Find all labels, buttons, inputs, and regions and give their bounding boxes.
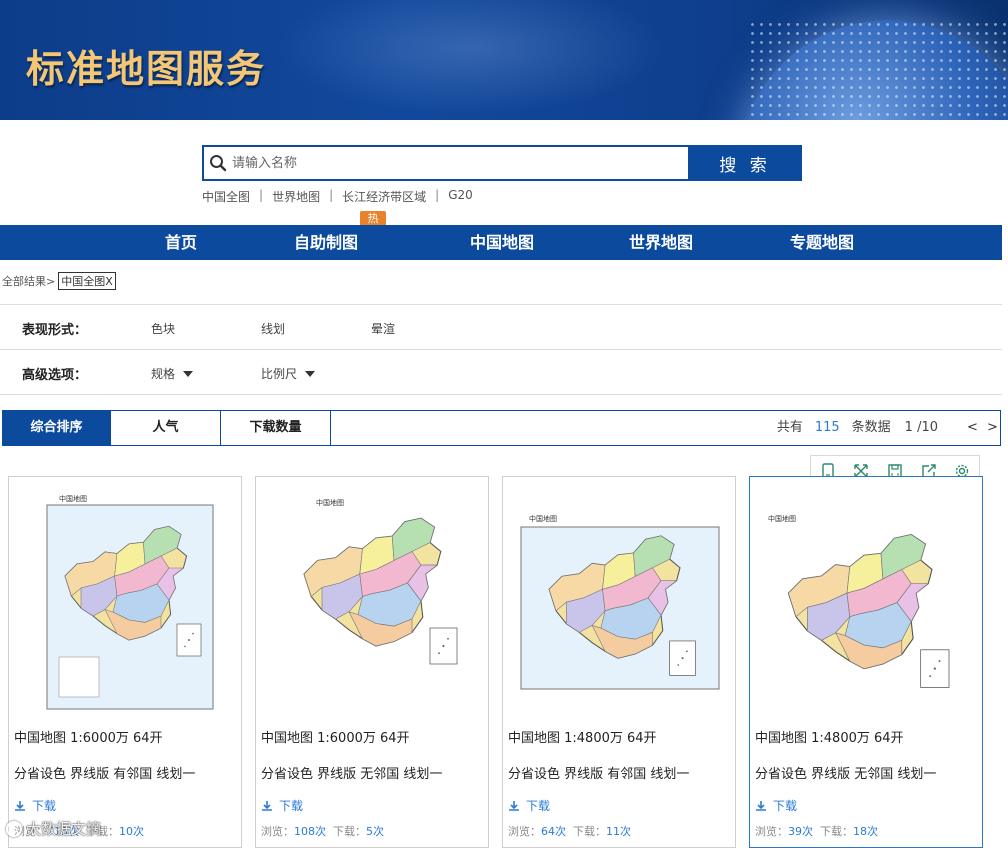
result-count: 共有 115 条数据 1 /10 bbox=[777, 411, 938, 445]
nav-item-thematic-map[interactable]: 专题地图 bbox=[790, 225, 854, 260]
watermark: 大数据文摘 bbox=[6, 818, 101, 839]
map-card[interactable]: 中国地图 中国地图 1:6000万 64开 分省设色 界线版 有邻国 线划一 下… bbox=[8, 476, 242, 848]
card-title[interactable]: 中国地图 1:4800万 64开 bbox=[755, 727, 904, 746]
nav-item-china-map[interactable]: 中国地图 bbox=[470, 225, 534, 260]
nav-item-world-map[interactable]: 世界地图 bbox=[629, 225, 693, 260]
breadcrumb-root[interactable]: 全部结果> bbox=[2, 273, 55, 289]
card-stats: 浏览：39次 下载：18次 bbox=[755, 825, 878, 838]
quick-link-world[interactable]: 世界地图 bbox=[272, 188, 320, 205]
map-caption: 中国地图 bbox=[59, 494, 87, 503]
map-thumbnail[interactable]: 中国地图 bbox=[513, 487, 725, 719]
card-description: 分省设色 界线版 无邻国 线划一 bbox=[755, 767, 937, 782]
card-stats: 浏览：108次 下载：5次 bbox=[261, 825, 384, 838]
filter-row-advanced: 高级选项： 规格 比例尺 bbox=[0, 349, 1002, 395]
quick-link-g20[interactable]: G20 bbox=[448, 188, 473, 205]
quick-links: 中国全图 | 世界地图 | 长江经济带区域 | G20 bbox=[202, 188, 473, 205]
filter-label-style: 表现形式： bbox=[22, 323, 88, 338]
next-page-button[interactable]: > bbox=[987, 411, 998, 445]
nav-item-home[interactable]: 首页 bbox=[165, 225, 197, 260]
nav-item-custom-map[interactable]: 自助制图 bbox=[294, 225, 358, 260]
map-card[interactable]: 中国地图 中国地图 1:4800万 64开 分省设色 界线版 有邻国 线划一 下… bbox=[502, 476, 736, 848]
search-field[interactable] bbox=[202, 145, 688, 181]
watermark-logo-icon bbox=[6, 820, 22, 837]
spec-dropdown-label: 规格 bbox=[151, 367, 176, 381]
card-description: 分省设色 界线版 有邻国 线划一 bbox=[508, 767, 690, 782]
card-description: 分省设色 界线版 无邻国 线划一 bbox=[261, 767, 443, 782]
map-card[interactable]: 中国地图 中国地图 1:6000万 64开 分省设色 界线版 无邻国 线划一 下… bbox=[255, 476, 489, 848]
caret-down-icon bbox=[305, 370, 316, 377]
download-link[interactable]: 下载 bbox=[14, 797, 56, 814]
filter-option-line[interactable]: 线划 bbox=[261, 320, 285, 337]
download-icon bbox=[756, 800, 766, 811]
tab-downloads[interactable]: 下载数量 bbox=[221, 411, 331, 445]
download-link[interactable]: 下载 bbox=[508, 797, 550, 814]
card-stats: 浏览：64次 下载：11次 bbox=[508, 825, 631, 838]
map-thumbnail[interactable]: 中国地图 bbox=[266, 487, 478, 719]
map-caption: 中国地图 bbox=[768, 514, 796, 523]
download-icon bbox=[15, 800, 25, 811]
search-icon bbox=[204, 147, 232, 179]
filter-option-shade[interactable]: 晕渲 bbox=[371, 320, 395, 337]
caret-down-icon bbox=[183, 370, 194, 377]
card-title[interactable]: 中国地图 1:6000万 64开 bbox=[261, 727, 410, 746]
filter-tag-china[interactable]: 中国全图X bbox=[58, 272, 116, 290]
card-title[interactable]: 中国地图 1:6000万 64开 bbox=[14, 727, 163, 746]
search-input[interactable] bbox=[232, 148, 688, 178]
quick-link-china[interactable]: 中国全图 bbox=[202, 188, 250, 205]
map-caption: 中国地图 bbox=[316, 498, 344, 507]
breadcrumb: 全部结果> 中国全图X bbox=[2, 272, 116, 290]
filter-label-advanced: 高级选项： bbox=[22, 368, 88, 383]
world-map-decoration bbox=[260, 0, 680, 120]
page-indicator: 1 /10 bbox=[904, 420, 938, 435]
download-icon bbox=[262, 800, 272, 811]
quick-link-yangtze[interactable]: 长江经济带区域 bbox=[342, 188, 426, 205]
card-title[interactable]: 中国地图 1:4800万 64开 bbox=[508, 727, 657, 746]
filter-row-style: 表现形式： 色块 线划 晕渲 bbox=[0, 304, 1002, 350]
card-description: 分省设色 界线版 有邻国 线划一 bbox=[14, 767, 196, 782]
map-thumbnail[interactable]: 中国地图 bbox=[19, 487, 231, 719]
header-banner: 标准地图服务 bbox=[0, 0, 1008, 120]
scale-dropdown-label: 比例尺 bbox=[261, 367, 298, 381]
total-count: 115 bbox=[814, 420, 840, 435]
prev-page-button[interactable]: < bbox=[967, 411, 978, 445]
globe-dots-decoration bbox=[748, 20, 1008, 120]
tab-overall-sort[interactable]: 综合排序 bbox=[3, 411, 111, 445]
sort-bar: 综合排序 人气 下载数量 共有 115 条数据 1 /10 < > bbox=[2, 410, 1001, 446]
map-card[interactable]: 中国地图 中国地图 1:4800万 64开 分省设色 界线版 无邻国 线划一 下… bbox=[749, 476, 983, 848]
main-nav: 首页 自助制图 中国地图 世界地图 专题地图 bbox=[0, 225, 1002, 260]
map-caption: 中国地图 bbox=[529, 514, 557, 523]
download-link[interactable]: 下载 bbox=[261, 797, 303, 814]
download-link[interactable]: 下载 bbox=[755, 797, 797, 814]
map-thumbnail[interactable]: 中国地图 bbox=[760, 487, 972, 719]
scale-dropdown[interactable]: 比例尺 bbox=[261, 365, 316, 382]
filter-option-color-block[interactable]: 色块 bbox=[151, 320, 175, 337]
spec-dropdown[interactable]: 规格 bbox=[151, 365, 194, 382]
download-icon bbox=[509, 800, 519, 811]
search-button[interactable]: 搜 索 bbox=[688, 145, 802, 181]
tab-popularity[interactable]: 人气 bbox=[111, 411, 221, 445]
site-title: 标准地图服务 bbox=[26, 47, 267, 91]
